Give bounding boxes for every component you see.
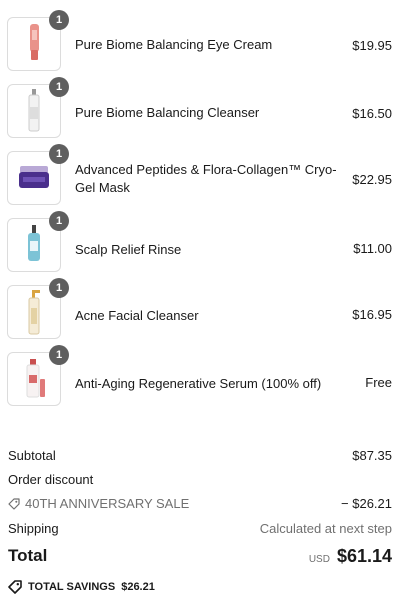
quantity-badge: 1 [49, 211, 69, 231]
total-label: Total [8, 546, 48, 565]
total-savings-row: TOTAL SAVINGS $26.21 [8, 580, 155, 594]
product-name: Scalp Relief Rinse [75, 242, 182, 257]
product-name: Anti-Aging Regenerative Serum (100% off) [75, 376, 322, 391]
savings-value: $26.21 [121, 581, 155, 593]
product-name: Pure Biome Balancing Eye Cream [75, 37, 273, 52]
line-item: 1 Acne Facial Cleanser $16.95 [0, 278, 411, 345]
product-price: $22.95 [352, 172, 392, 187]
quantity-badge: 1 [49, 10, 69, 30]
product-price: $16.95 [352, 307, 392, 322]
order-discount-row: Order discount [8, 472, 392, 487]
product-price: $16.50 [352, 106, 392, 121]
quantity-badge: 1 [49, 345, 69, 365]
line-item: 1 Pure Biome Balancing Eye Cream $19.95 [0, 10, 411, 77]
line-item: 1 Scalp Relief Rinse $11.00 [0, 211, 411, 278]
quantity-badge: 1 [49, 77, 69, 97]
discount-value: − $26.21 [341, 496, 392, 511]
line-item: 1 Anti-Aging Regenerative Serum (100% of… [0, 345, 411, 412]
total-value-group: USD $61.14 [309, 546, 392, 567]
subtotal-label: Subtotal [8, 448, 56, 463]
shipping-row: Shipping Calculated at next step [8, 521, 392, 536]
total-amount: $61.14 [336, 546, 392, 566]
product-name: Pure Biome Balancing Cleanser [75, 105, 260, 120]
savings-label: TOTAL SAVINGS [28, 581, 116, 593]
shipping-value: Calculated at next step [259, 521, 392, 536]
shipping-label: Shipping [8, 521, 59, 536]
tag-icon [8, 580, 22, 594]
line-item: 1 Pure Biome Balancing Cleanser $16.50 [0, 77, 411, 144]
quantity-badge: 1 [49, 278, 69, 298]
product-name: Advanced Peptides & Flora-Collagen™ Cryo… [75, 162, 337, 195]
line-item: 1 Advanced Peptides & Flora-Collagen™ Cr… [0, 144, 411, 211]
currency-code: USD [308, 554, 330, 565]
order-discount-label: Order discount [8, 472, 94, 487]
discount-code-row: 40TH ANNIVERSARY SALE − $26.21 [8, 496, 392, 513]
quantity-badge: 1 [49, 144, 69, 164]
product-price: $11.00 [353, 241, 392, 256]
discount-code: 40TH ANNIVERSARY SALE [25, 496, 190, 511]
product-price: Free [365, 375, 392, 390]
subtotal-value: $87.35 [352, 448, 392, 463]
product-name: Acne Facial Cleanser [75, 308, 199, 323]
tag-icon [8, 497, 20, 510]
product-price: $19.95 [352, 38, 392, 53]
subtotal-row: Subtotal $87.35 [8, 448, 392, 463]
